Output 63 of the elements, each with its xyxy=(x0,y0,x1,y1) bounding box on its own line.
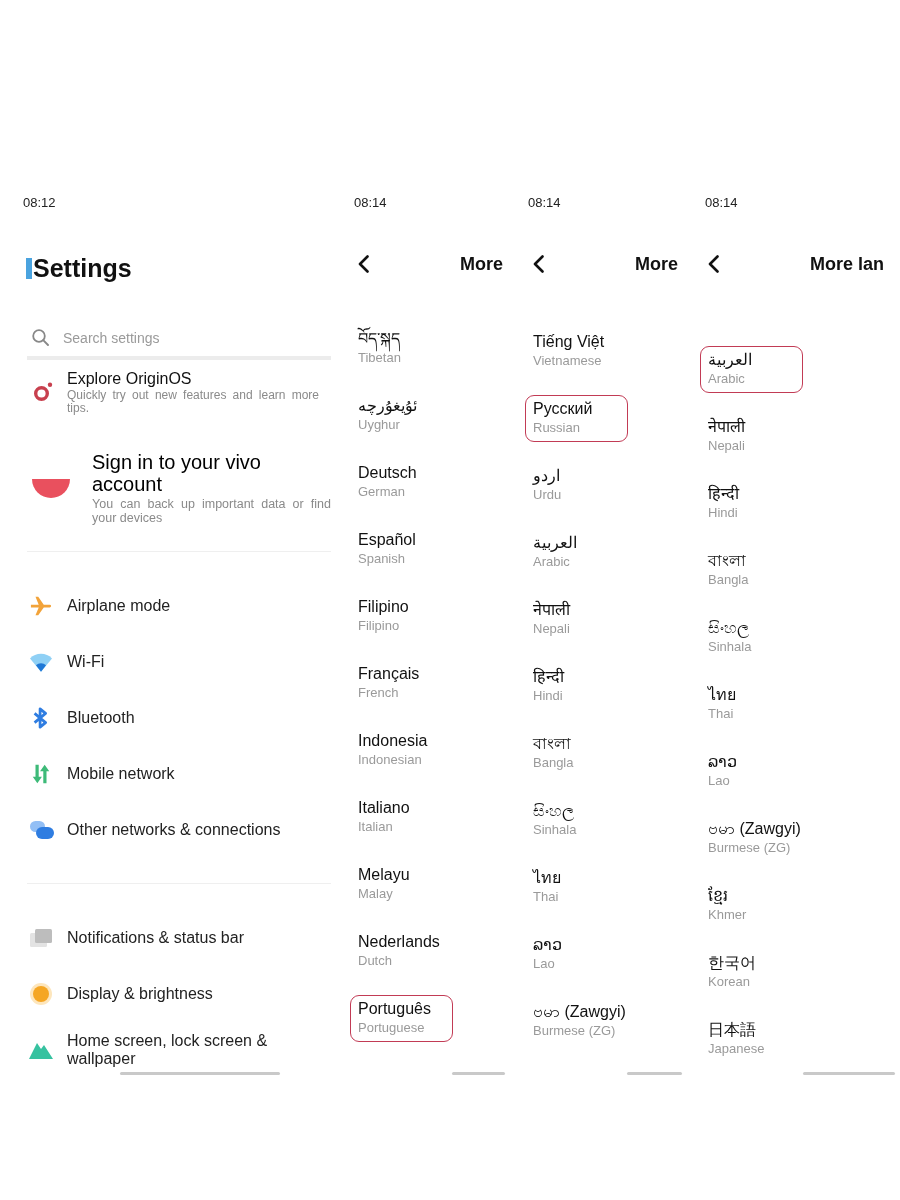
back-icon[interactable] xyxy=(358,255,369,273)
page-title: Settings xyxy=(33,253,132,283)
settings-item[interactable]: Notifications & status bar xyxy=(27,910,333,966)
settings-item[interactable]: Explore OriginOS Quickly try out new features and learn more tips. xyxy=(27,369,333,415)
language-option[interactable]: ខ្មែរ Khmer xyxy=(700,882,803,929)
language-option[interactable]: Italiano Italian xyxy=(350,794,453,841)
language-option[interactable]: Melayu Malay xyxy=(350,861,453,908)
language-option[interactable]: हिन्दी Hindi xyxy=(700,480,803,527)
language-option[interactable]: Filipino Filipino xyxy=(350,593,453,640)
language-option[interactable]: Nederlands Dutch xyxy=(350,928,453,975)
language-option[interactable]: Indonesia Indonesian xyxy=(350,727,453,774)
language-option[interactable]: Русский Russian xyxy=(525,395,628,442)
overlapping-shapes-icon xyxy=(30,821,54,839)
language-option[interactable]: हिन्दी Hindi xyxy=(525,663,628,710)
language-option[interactable]: Français French xyxy=(350,660,453,707)
back-icon[interactable] xyxy=(533,255,544,273)
search-field[interactable]: Search settings xyxy=(27,320,331,360)
language-option[interactable]: ລາວ Lao xyxy=(525,931,628,978)
language-option[interactable]: བོད་སྐད Tibetan xyxy=(350,325,453,372)
page-title: More xyxy=(460,253,503,275)
language-option[interactable]: বাংলা Bangla xyxy=(525,730,628,777)
language-option[interactable]: සිංහල Sinhala xyxy=(525,797,628,844)
language-option[interactable]: 日本語 Japanese xyxy=(700,1016,803,1063)
mountain-icon xyxy=(29,1041,53,1059)
language-option[interactable]: සිංහල Sinhala xyxy=(700,614,803,661)
settings-item[interactable]: Other networks & connections xyxy=(27,802,333,858)
airplane-icon xyxy=(30,595,52,617)
page-title: More xyxy=(635,253,678,275)
language-option[interactable]: नेपाली Nepali xyxy=(525,596,628,643)
settings-item[interactable]: Bluetooth xyxy=(27,690,333,746)
settings-item[interactable]: Airplane mode xyxy=(27,578,333,634)
stacked-cards-icon xyxy=(30,929,52,947)
back-icon[interactable] xyxy=(708,255,719,273)
language-option[interactable]: Português Portuguese xyxy=(350,995,453,1042)
settings-item[interactable]: Display & brightness xyxy=(27,966,333,1022)
language-option[interactable]: ဗမာ (Zawgyi) Burmese (ZG) xyxy=(700,815,810,862)
language-option[interactable]: ไทย Thai xyxy=(700,681,803,728)
status-time: 08:12 xyxy=(23,194,56,213)
home-indicator xyxy=(627,1072,682,1075)
language-option[interactable]: Español Spanish xyxy=(350,526,453,573)
language-option[interactable]: नेपाली Nepali xyxy=(700,413,803,460)
ring-icon xyxy=(33,382,53,402)
language-option[interactable]: Deutsch German xyxy=(350,459,453,506)
up-down-arrows-icon xyxy=(30,763,52,785)
settings-item[interactable]: Mobile network xyxy=(27,746,333,802)
account-sign-in[interactable]: Sign in to your vivo account You can back up important data or find your devices xyxy=(27,451,333,525)
search-icon xyxy=(32,329,49,346)
status-time: 08:14 xyxy=(354,194,387,213)
language-option[interactable]: ລາວ Lao xyxy=(700,748,803,795)
status-time: 08:14 xyxy=(528,194,561,213)
title-accent-bar xyxy=(26,257,32,279)
language-option[interactable]: 한국어 Korean xyxy=(700,949,803,996)
settings-item[interactable]: Home screen, lock screen & wallpaper xyxy=(27,1022,333,1078)
settings-item[interactable]: Wi-Fi xyxy=(27,634,333,690)
wifi-icon xyxy=(30,652,52,672)
page-title: More lan xyxy=(810,253,884,275)
language-option[interactable]: বাংলা Bangla xyxy=(700,547,803,594)
language-option[interactable]: ไทย Thai xyxy=(525,864,628,911)
language-option[interactable]: Tiếng Việt Vietnamese xyxy=(525,328,628,375)
home-indicator xyxy=(452,1072,505,1075)
status-time: 08:14 xyxy=(705,194,738,213)
sun-icon xyxy=(30,983,52,1005)
language-option[interactable]: ဗမာ (Zawgyi) Burmese (ZG) xyxy=(525,998,635,1045)
